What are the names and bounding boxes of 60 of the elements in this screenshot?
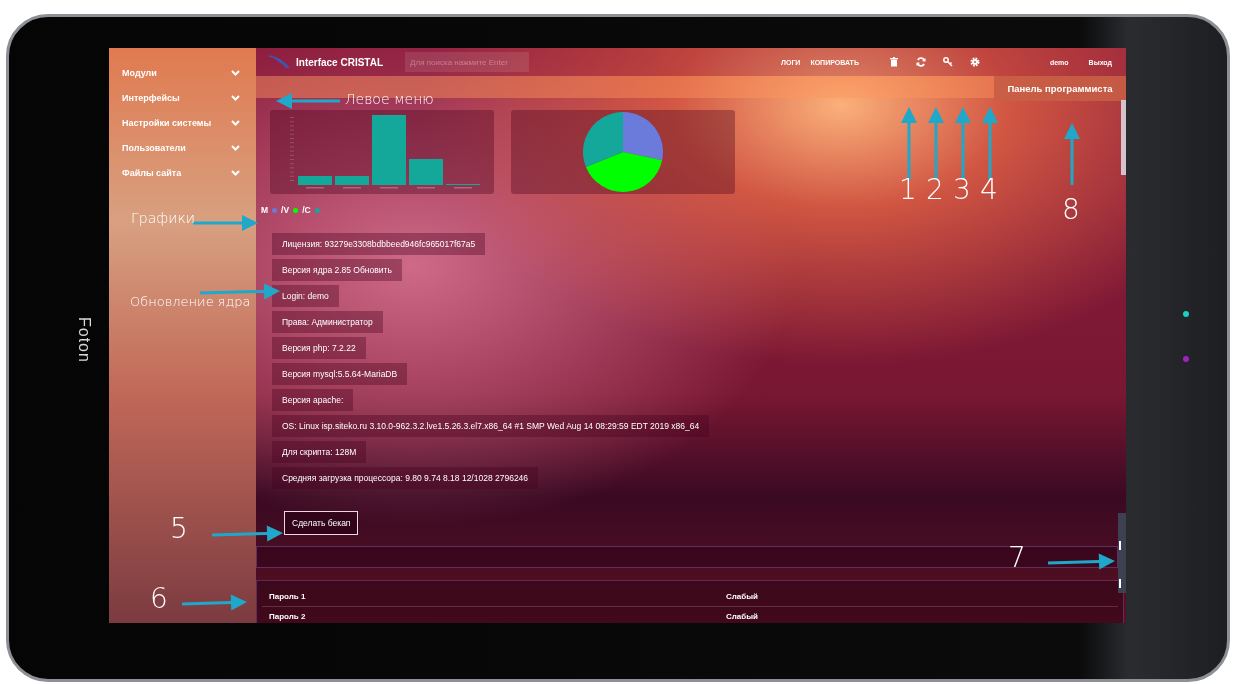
info-row: Версия apache: xyxy=(272,389,354,411)
info-row: Лицензия: 93279e3308bdbbeed946fc965017f67a5 xyxy=(272,233,486,255)
annotation-label: 8 xyxy=(1062,196,1080,224)
sidebar-item[interactable]: Интерфейсы xyxy=(109,85,256,110)
legend-label: /V xyxy=(281,205,290,215)
table-cell-text: Пароль 2 xyxy=(268,611,307,623)
info-row: Версия mysql:5.5.64-MariaDB xyxy=(272,363,408,385)
sidebar-item[interactable]: Файлы сайта xyxy=(109,160,256,185)
chart-bar xyxy=(298,176,332,185)
annotation-label: 4 xyxy=(980,176,998,204)
chart-bar xyxy=(335,176,369,185)
legend-label: M xyxy=(261,205,269,215)
sensor-light xyxy=(1183,311,1189,317)
annotation-label: Левое меню xyxy=(345,92,434,106)
arrow xyxy=(1047,553,1115,570)
arrow xyxy=(211,525,283,542)
chevron-down-icon xyxy=(231,144,240,151)
annotation-label: 2 xyxy=(926,176,944,204)
settings-icon[interactable] xyxy=(969,57,980,67)
annotation-label: Обновление ядра xyxy=(130,295,251,308)
annotation-label: Графики xyxy=(131,211,195,225)
sidebar-item[interactable]: Модули xyxy=(109,60,256,85)
programmer-panel-button[interactable]: Панель программиста xyxy=(994,76,1126,101)
refresh-icon[interactable] xyxy=(915,57,926,67)
scrollbar-thumb[interactable] xyxy=(1121,100,1126,175)
legend-label: /C xyxy=(302,205,311,215)
arrow xyxy=(193,215,258,231)
info-row: OS: Linux isp.siteko.ru 3.10.0-962.3.2.lve1.5.26.3.el7.x86_64 #1 SMP Wed Aug 14 08:29:59 EDT 2019 x86_64 xyxy=(272,415,710,437)
chart-bar xyxy=(372,115,406,185)
annotation-label: 3 xyxy=(953,176,971,204)
arrow xyxy=(181,594,247,611)
annotation-label: 6 xyxy=(150,585,168,613)
arrow xyxy=(276,93,340,109)
key-icon[interactable] xyxy=(942,57,953,67)
backup-button[interactable]: Сделать бекап xyxy=(284,511,359,535)
sidebar-item[interactable]: Настройки системы xyxy=(109,110,256,135)
trash-icon[interactable] xyxy=(888,57,899,67)
chevron-down-icon xyxy=(231,69,240,76)
info-row: Версия php: 7.2.22 xyxy=(272,337,366,359)
arrow xyxy=(1064,123,1080,185)
chevron-down-icon xyxy=(231,119,240,126)
info-row: Для скрипта: 128M xyxy=(272,441,367,463)
info-row: Login: demo xyxy=(272,285,339,307)
chart-bar xyxy=(409,159,443,185)
logo-icon xyxy=(268,55,290,69)
annotation-label: 5 xyxy=(170,515,188,543)
brand-label: Foton xyxy=(75,317,93,363)
annotation-label: 7 xyxy=(1008,544,1026,572)
table-cell-text: Слабый xyxy=(725,591,759,603)
app-title: Interface CRISTAL xyxy=(296,56,384,68)
sensor-light xyxy=(1183,356,1189,362)
info-row: Средняя загрузка процессора: 9.80 9.74 8.18 12/1028 2796246 xyxy=(272,467,539,489)
chevron-down-icon xyxy=(231,169,240,176)
table-cell-text: Пароль 1 xyxy=(268,591,307,603)
info-row: Версия ядра 2.85 Обновить xyxy=(272,259,402,281)
info-row: Права: Администратор xyxy=(272,311,383,333)
table-cell-text: Слабый xyxy=(725,611,759,623)
chevron-down-icon xyxy=(231,94,240,101)
annotation-label: 1 xyxy=(899,176,917,204)
sidebar-item[interactable]: Пользователи xyxy=(109,135,256,160)
